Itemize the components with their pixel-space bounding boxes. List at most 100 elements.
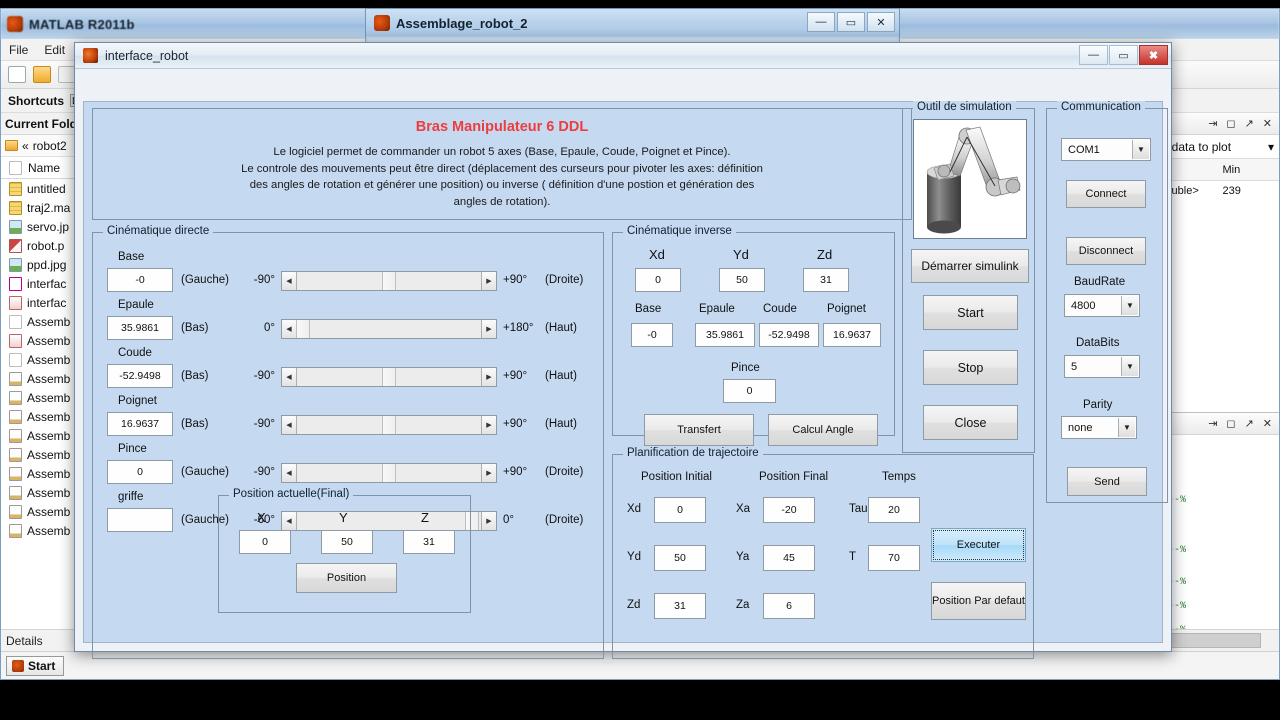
close-icon[interactable]: ✕ [1263, 117, 1272, 130]
parity-label: Parity [1083, 399, 1113, 411]
slider-right-arrow-icon[interactable]: ▶ [481, 368, 496, 386]
gripper-label: Pince [731, 362, 760, 374]
axis-value-input[interactable]: 35.9861 [107, 316, 173, 340]
slider-track[interactable] [295, 320, 481, 338]
inverse-target-input[interactable]: 31 [803, 268, 849, 292]
inverse-target-input[interactable]: 0 [635, 268, 681, 292]
menu-edit[interactable]: Edit [44, 43, 65, 57]
position-axis-label: X [257, 510, 266, 525]
interface-robot-titlebar[interactable]: interface_robot — ▭ ✖ [75, 43, 1171, 69]
trajectory-init-input[interactable]: 0 [654, 497, 706, 523]
slider-right-arrow-icon[interactable]: ▶ [481, 320, 496, 338]
inverse-target-input[interactable]: 50 [719, 268, 765, 292]
start-button[interactable]: Start [923, 295, 1018, 330]
new-file-icon[interactable] [8, 66, 26, 83]
maximize-button[interactable]: ▭ [837, 12, 865, 32]
slider-right-arrow-icon[interactable]: ▶ [481, 416, 496, 434]
position-axis-input[interactable]: 31 [403, 530, 455, 554]
slider-left-arrow-icon[interactable]: ◀ [282, 272, 297, 290]
axis-slider[interactable]: ◀ ▶ [281, 463, 497, 483]
close-sim-button[interactable]: Close [923, 405, 1018, 440]
trajectory-time-input[interactable]: 20 [868, 497, 920, 523]
start-button[interactable]: Start [6, 655, 65, 676]
slider-thumb[interactable] [382, 416, 396, 434]
axis-left-direction-label: (Bas) [181, 322, 209, 334]
position-axis-input[interactable]: 0 [239, 530, 291, 554]
axis-value-input[interactable] [107, 508, 173, 532]
axis-slider[interactable]: ◀ ▶ [281, 319, 497, 339]
send-button[interactable]: Send [1067, 467, 1147, 496]
axis-value-input[interactable]: 0 [107, 460, 173, 484]
minimize-button[interactable]: — [807, 12, 835, 32]
slider-thumb[interactable] [295, 320, 310, 338]
gripper-input[interactable]: 0 [723, 379, 776, 403]
undock-icon[interactable]: ↗ [1245, 117, 1254, 130]
trajectory-final-input[interactable]: 6 [763, 593, 815, 619]
inverse-angle-input[interactable]: -52.9498 [759, 323, 819, 347]
axis-label: Coude [118, 347, 152, 359]
inverse-angle-input[interactable]: 16.9637 [823, 323, 881, 347]
slider-thumb[interactable] [382, 368, 396, 386]
plot-selector-label: t data to plot [1165, 139, 1232, 154]
restore-icon[interactable]: ◻ [1226, 417, 1235, 430]
demarrer-simulink-button[interactable]: Démarrer simulink [911, 249, 1029, 283]
close-icon[interactable]: ✕ [1263, 417, 1272, 430]
axis-value-input[interactable]: -52.9498 [107, 364, 173, 388]
minimize-button[interactable]: — [1079, 45, 1108, 65]
slider-right-arrow-icon[interactable]: ▶ [481, 512, 496, 530]
parity-select[interactable]: none ▼ [1061, 416, 1137, 439]
plot-selector[interactable]: t data to plot ▾ [1160, 135, 1279, 159]
calcul-angle-button[interactable]: Calcul Angle [768, 414, 878, 446]
disconnect-button[interactable]: Disconnect [1066, 237, 1146, 265]
inverse-angle-input[interactable]: -0 [631, 323, 673, 347]
m-file-icon [9, 276, 22, 291]
interface-robot-window[interactable]: interface_robot — ▭ ✖ Bras Manipulateur … [74, 42, 1172, 659]
slider-right-arrow-icon[interactable]: ▶ [481, 272, 496, 290]
slider-track[interactable] [297, 464, 481, 482]
axis-slider[interactable]: ◀ ▶ [281, 415, 497, 435]
slider-thumb[interactable] [382, 464, 396, 482]
baudrate-select[interactable]: 4800 ▼ [1064, 294, 1140, 317]
slider-right-arrow-icon[interactable]: ▶ [481, 464, 496, 482]
position-axis-input[interactable]: 50 [321, 530, 373, 554]
trajectory-init-input[interactable]: 50 [654, 545, 706, 571]
slider-track[interactable] [297, 416, 481, 434]
restore-icon[interactable]: ◻ [1226, 117, 1235, 130]
slider-left-arrow-icon[interactable]: ◀ [282, 368, 297, 386]
dock-icon[interactable]: ⇥ [1208, 117, 1217, 130]
databits-select[interactable]: 5 ▼ [1064, 355, 1140, 378]
matlab-logo-icon [83, 48, 98, 63]
axis-label: Pince [118, 443, 147, 455]
slider-track[interactable] [297, 272, 481, 290]
position-button[interactable]: Position [296, 563, 397, 593]
executer-button[interactable]: Executer [931, 528, 1026, 562]
slider-thumb[interactable] [382, 272, 396, 290]
menu-file[interactable]: File [9, 43, 28, 57]
maximize-button[interactable]: ▭ [1109, 45, 1138, 65]
trajectory-final-input[interactable]: 45 [763, 545, 815, 571]
transfert-button[interactable]: Transfert [644, 414, 754, 446]
connect-button[interactable]: Connect [1066, 180, 1146, 208]
axis-slider[interactable]: ◀ ▶ [281, 271, 497, 291]
axis-slider[interactable]: ◀ ▶ [281, 367, 497, 387]
position-par-defaut-button[interactable]: Position Par defaut [931, 582, 1026, 620]
axis-value-input[interactable]: 16.9637 [107, 412, 173, 436]
slider-left-arrow-icon[interactable]: ◀ [282, 416, 297, 434]
trajectory-final-input[interactable]: -20 [763, 497, 815, 523]
dock-icon[interactable]: ⇥ [1208, 417, 1217, 430]
workspace-row[interactable]: louble> 239 [1160, 181, 1279, 201]
inverse-angle-input[interactable]: 35.9861 [695, 323, 755, 347]
image-file-icon [9, 219, 22, 234]
open-folder-icon[interactable] [33, 66, 51, 83]
close-button[interactable]: ✕ [867, 12, 895, 32]
com-port-select[interactable]: COM1 ▼ [1061, 138, 1151, 161]
inverse-angle-label: Base [635, 303, 662, 315]
close-button[interactable]: ✖ [1139, 45, 1168, 65]
trajectory-time-input[interactable]: 70 [868, 545, 920, 571]
slider-track[interactable] [297, 368, 481, 386]
undock-icon[interactable]: ↗ [1245, 417, 1254, 430]
slider-left-arrow-icon[interactable]: ◀ [282, 464, 297, 482]
stop-button[interactable]: Stop [923, 350, 1018, 385]
trajectory-init-input[interactable]: 31 [654, 593, 706, 619]
axis-value-input[interactable]: -0 [107, 268, 173, 292]
